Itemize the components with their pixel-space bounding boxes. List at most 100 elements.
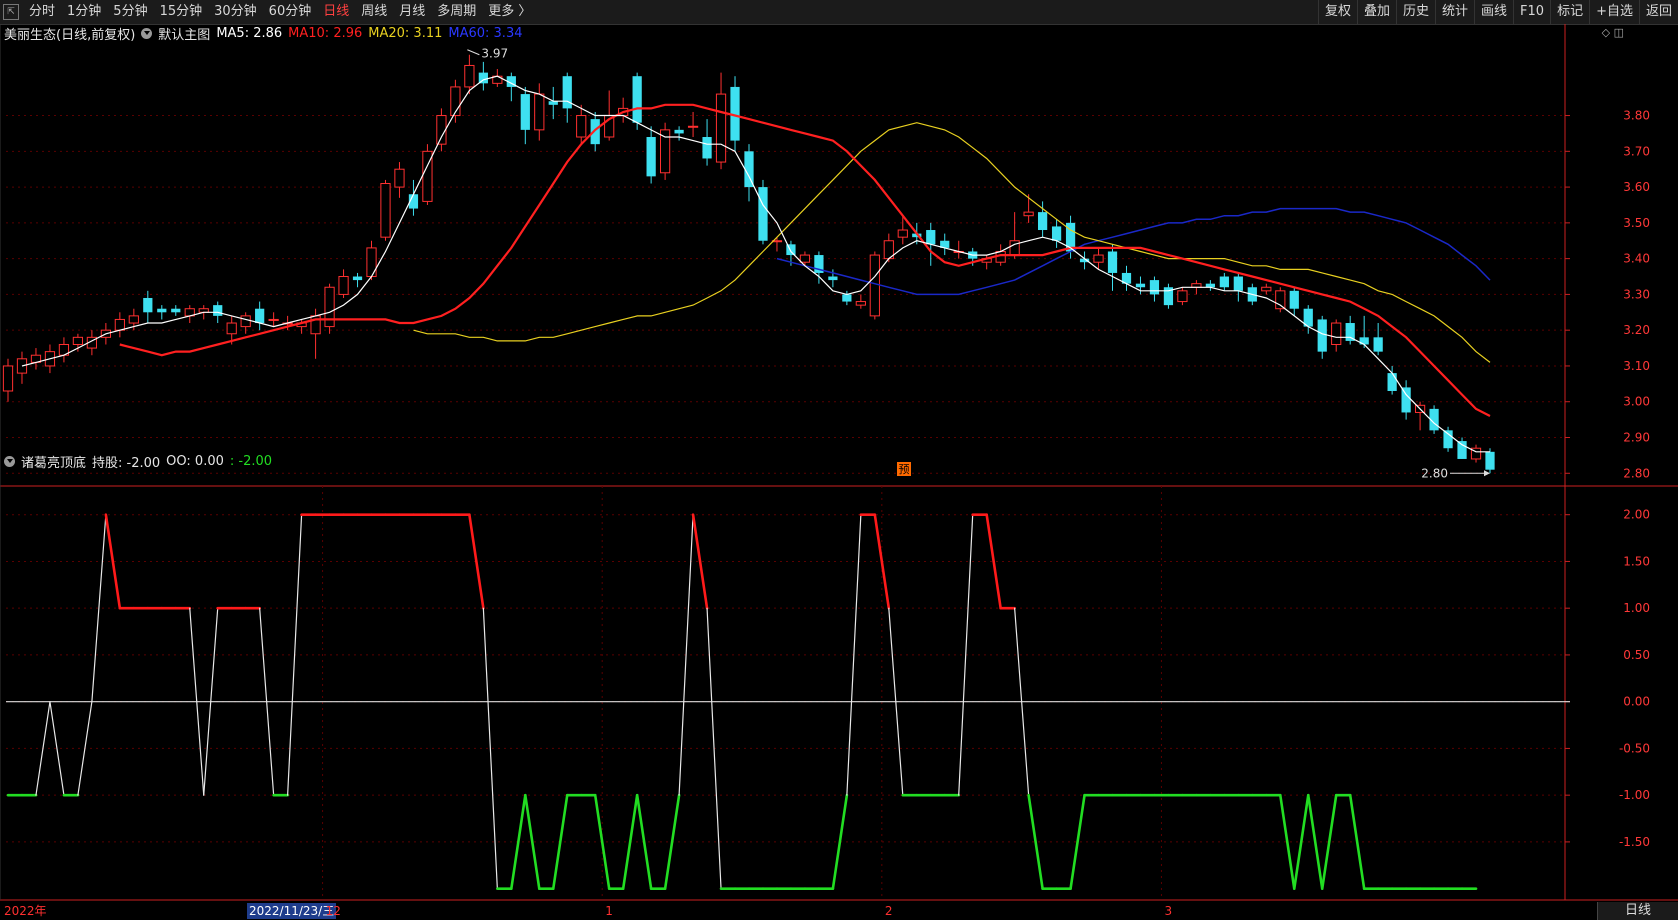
- candle-body: [1233, 276, 1243, 291]
- indicator-segment: [35, 701, 51, 796]
- indicator-axis-label: -1.50: [1619, 835, 1650, 849]
- high-pointer: [467, 49, 480, 56]
- price-axis-label: 3.70: [1623, 144, 1650, 158]
- candle-body: [1443, 430, 1453, 449]
- indicator-segment: [1320, 793, 1338, 890]
- candle-body: [1051, 226, 1062, 241]
- indicator-axis-label: 0.50: [1623, 648, 1650, 662]
- candle-body: [1387, 373, 1397, 391]
- candle-body: [240, 315, 251, 328]
- candle-body: [534, 93, 545, 131]
- candle-body: [72, 336, 84, 345]
- candle-body: [1219, 276, 1229, 288]
- candle-body: [1345, 323, 1355, 341]
- price-axis-label: 3.60: [1623, 180, 1650, 194]
- candle-body: [632, 76, 642, 123]
- high-label: 3.97: [481, 47, 508, 61]
- ma5-line: [21, 75, 1490, 453]
- candle-body: [520, 94, 530, 130]
- candle-body: [143, 297, 153, 313]
- candle-body: [1177, 290, 1188, 303]
- candle-body: [324, 286, 335, 328]
- candle-body: [646, 137, 656, 177]
- candle-body: [380, 183, 391, 238]
- ma20-line: [413, 122, 1491, 363]
- year-label: 2022年: [4, 904, 47, 918]
- candle-body: [352, 276, 363, 281]
- candle-body: [1289, 290, 1299, 309]
- indicator-segment: [524, 793, 541, 890]
- price-axis-label: 3.40: [1623, 252, 1650, 266]
- candle-body: [1107, 251, 1118, 273]
- candle-body: [1485, 451, 1495, 470]
- candle-body: [926, 230, 936, 245]
- candle-body: [171, 308, 181, 313]
- candle-body: [715, 93, 727, 163]
- candle-body: [1275, 290, 1286, 310]
- candle-body: [268, 318, 279, 321]
- candle-body: [702, 137, 712, 159]
- candle-body: [157, 308, 167, 313]
- indicator-axis-label: 2.00: [1623, 508, 1650, 522]
- candle-body: [897, 229, 908, 238]
- indicator-segment: [691, 513, 709, 610]
- candle-body: [16, 358, 28, 374]
- indicator-axis-label: 1.00: [1623, 601, 1650, 615]
- indicator-segment: [985, 513, 1002, 610]
- price-axis-label: 3.20: [1623, 323, 1650, 337]
- indicator-segment: [77, 701, 93, 796]
- candle-body: [855, 301, 866, 306]
- indicator-segment: [1069, 793, 1086, 890]
- candle-body: [828, 276, 838, 281]
- candle-body: [1037, 212, 1048, 231]
- candle-body: [213, 305, 223, 316]
- candle-body: [674, 129, 684, 134]
- candle-body: [576, 115, 587, 138]
- candle-body: [1331, 322, 1342, 345]
- stock-chart[interactable]: 3.80 3.70 3.60 3.50 3.40 3.30 3.20 3.10 3.00 2.90…: [0, 0, 1678, 920]
- price-axis-label: 2.90: [1623, 430, 1650, 444]
- cursor-date-label: 2022/11/23/三: [247, 903, 337, 919]
- candle-body: [1023, 211, 1034, 217]
- candle-body: [687, 125, 699, 128]
- indicator-axis-label: 0.00: [1623, 695, 1650, 709]
- indicator-axis-label: -0.50: [1619, 741, 1650, 755]
- month-label: 12: [325, 904, 341, 918]
- candle-body: [562, 76, 572, 109]
- candle-body: [1317, 319, 1327, 352]
- candle-body: [1135, 283, 1146, 288]
- price-axis-label: 3.80: [1623, 109, 1650, 123]
- month-label: 3: [1164, 904, 1173, 918]
- forecast-marker: 预: [899, 463, 910, 476]
- indicator-segment: [482, 607, 498, 890]
- candle-body: [1457, 441, 1467, 459]
- month-label: 1: [605, 904, 613, 918]
- candle-body: [1373, 337, 1383, 352]
- candle-body: [114, 318, 125, 331]
- indicator-axis-label: 1.50: [1623, 554, 1650, 568]
- price-axis-label: 3.00: [1623, 395, 1650, 409]
- indicator-segment: [104, 513, 122, 610]
- candle-body: [1093, 254, 1104, 263]
- candle-body: [128, 315, 139, 324]
- candle-body: [842, 294, 852, 302]
- month-label: 2: [884, 904, 893, 918]
- candle-body: [659, 129, 671, 174]
- candle-body: [464, 64, 475, 88]
- low-label: 2.80: [1421, 466, 1448, 480]
- candle-body: [366, 247, 377, 278]
- price-axis-label: 2.80: [1623, 466, 1650, 480]
- candle-body: [226, 322, 237, 335]
- candle-body: [1401, 387, 1411, 413]
- candle-body: [255, 308, 265, 324]
- price-axis-label: 3.30: [1623, 287, 1650, 301]
- candle-body: [869, 254, 880, 317]
- period-tab-daily[interactable]: 日线: [1597, 902, 1678, 920]
- candle-body: [758, 187, 768, 241]
- price-axis-label: 3.10: [1623, 359, 1650, 373]
- candle-body: [1149, 280, 1160, 295]
- indicator-segment: [1278, 793, 1296, 890]
- candle-body: [1261, 286, 1272, 292]
- candle-body: [338, 276, 349, 295]
- price-axis-label: 3.50: [1623, 216, 1650, 230]
